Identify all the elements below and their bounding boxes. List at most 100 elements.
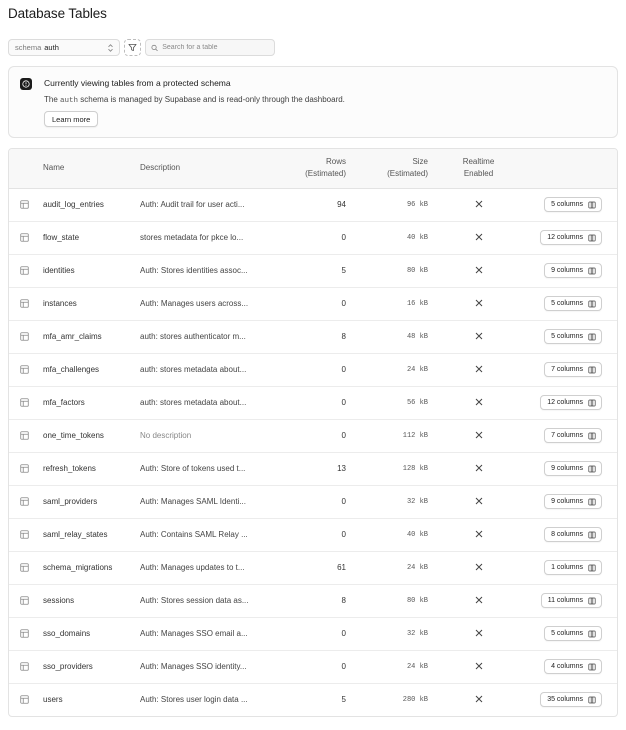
table-row[interactable]: mfa_factors auth: stores metadata about..… <box>9 386 617 420</box>
header-size: Size (Estimated) <box>346 149 428 189</box>
columns-icon <box>588 597 596 604</box>
table-row[interactable]: schema_migrations Auth: Manages updates t… <box>9 551 617 585</box>
search-input[interactable] <box>162 44 269 51</box>
x-icon <box>475 530 482 537</box>
columns-button[interactable]: 11 columns <box>540 593 602 608</box>
table-row[interactable]: flow_state stores metadata for pkce lo...… <box>9 221 617 255</box>
table-realtime-cell <box>428 419 529 453</box>
schema-select-value: auth <box>44 43 59 52</box>
table-rows-cell: 0 <box>273 386 346 420</box>
table-name-cell[interactable]: audit_log_entries <box>43 188 140 222</box>
table-name-cell[interactable]: mfa_factors <box>43 386 140 420</box>
table-row[interactable]: audit_log_entries Auth: Audit trail for u… <box>9 188 617 222</box>
table-description-cell: Auth: Stores identities assoc... <box>140 254 273 288</box>
chevron-up-down-icon <box>108 44 113 52</box>
columns-button-label: 9 columns <box>551 267 583 274</box>
columns-button[interactable]: 9 columns <box>544 461 602 476</box>
table-rows-cell: 0 <box>273 353 346 387</box>
table-rows-cell: 13 <box>273 452 346 486</box>
notice-title: Currently viewing tables from a protecte… <box>44 78 231 88</box>
table-name-cell[interactable]: sso_domains <box>43 617 140 651</box>
table-description-cell: Auth: Manages SSO identity... <box>140 650 273 684</box>
table-realtime-cell <box>428 485 529 519</box>
columns-button[interactable]: 5 columns <box>544 329 602 344</box>
learn-more-button[interactable]: Learn more <box>44 111 99 127</box>
columns-button-label: 5 columns <box>551 333 583 340</box>
x-icon <box>475 200 482 207</box>
table-name-cell[interactable]: saml_providers <box>43 485 140 519</box>
notice-description: The auth schema is managed by Supabase a… <box>44 95 345 105</box>
table-name-cell[interactable]: users <box>43 683 140 716</box>
table-row[interactable]: saml_relay_states Auth: Contains SAML Rel… <box>9 518 617 552</box>
columns-button[interactable]: 4 columns <box>544 659 602 674</box>
table-name-cell[interactable]: refresh_tokens <box>43 452 140 486</box>
columns-button[interactable]: 35 columns <box>540 692 602 708</box>
columns-button[interactable]: 5 columns <box>544 626 602 641</box>
columns-button[interactable]: 1 columns <box>544 560 602 575</box>
filter-button[interactable] <box>124 39 141 56</box>
table-size-cell: 56 kB <box>346 386 428 420</box>
columns-button[interactable]: 9 columns <box>544 263 602 278</box>
table-icon <box>20 299 29 308</box>
columns-button[interactable]: 8 columns <box>544 527 602 542</box>
table-rows-cell: 0 <box>273 485 346 519</box>
table-name-cell[interactable]: mfa_amr_claims <box>43 320 140 354</box>
table-size-cell: 40 kB <box>346 518 428 552</box>
table-name-cell[interactable]: sso_providers <box>43 650 140 684</box>
x-icon <box>475 365 482 372</box>
table-row[interactable]: sso_providers Auth: Manages SSO identity.… <box>9 650 617 684</box>
columns-button[interactable]: 7 columns <box>544 428 602 443</box>
table-name-cell[interactable]: mfa_challenges <box>43 353 140 387</box>
table-name-cell[interactable]: instances <box>43 287 140 321</box>
table-icon <box>20 497 29 506</box>
x-icon <box>475 563 482 570</box>
columns-button[interactable]: 12 columns <box>540 230 602 245</box>
table-icon <box>20 233 29 242</box>
table-icon <box>20 365 29 374</box>
table-name-cell[interactable]: saml_relay_states <box>43 518 140 552</box>
columns-icon <box>588 366 596 373</box>
table-row[interactable]: users Auth: Stores user login data ... 5 28… <box>9 683 617 716</box>
table-row[interactable]: mfa_amr_claims auth: stores authenticator… <box>9 320 617 354</box>
schema-select[interactable]: schema auth <box>8 39 120 56</box>
notice-desc-prefix: The <box>44 95 58 104</box>
table-row[interactable]: saml_providers Auth: Manages SAML Identi.… <box>9 485 617 519</box>
columns-button[interactable]: 5 columns <box>544 296 602 311</box>
table-row[interactable]: sessions Auth: Stores session data as... 8… <box>9 584 617 618</box>
table-size-cell: 80 kB <box>346 254 428 288</box>
columns-icon <box>588 498 596 505</box>
table-realtime-cell <box>428 617 529 651</box>
table-name-cell[interactable]: flow_state <box>43 221 140 255</box>
table-row[interactable]: identities Auth: Stores identities assoc.… <box>9 254 617 288</box>
table-name-cell[interactable]: schema_migrations <box>43 551 140 585</box>
table-name-cell[interactable]: identities <box>43 254 140 288</box>
table-row[interactable]: mfa_challenges auth: stores metadata abou… <box>9 353 617 387</box>
table-realtime-cell <box>428 518 529 552</box>
table-icon <box>20 695 29 704</box>
table-icon <box>20 398 29 407</box>
table-icon <box>20 563 29 572</box>
columns-button[interactable]: 9 columns <box>544 494 602 509</box>
columns-button[interactable]: 5 columns <box>544 197 602 212</box>
table-rows-cell: 0 <box>273 617 346 651</box>
table-description-cell: Auth: Stores user login data ... <box>140 695 248 705</box>
x-icon <box>475 266 482 273</box>
table-name-cell[interactable]: one_time_tokens <box>43 419 140 453</box>
columns-icon <box>588 630 596 637</box>
header-realtime: Realtime Enabled <box>428 149 529 189</box>
table-name-cell[interactable]: sessions <box>43 584 140 618</box>
search-icon <box>151 44 158 51</box>
header-name: Name <box>43 149 140 189</box>
x-icon <box>475 299 482 306</box>
table-rows-cell: 0 <box>273 650 346 684</box>
columns-icon <box>588 201 596 208</box>
columns-icon <box>588 531 596 538</box>
search-box[interactable] <box>145 39 275 56</box>
table-description-cell: Auth: Manages users across... <box>140 287 273 321</box>
table-row[interactable]: instances Auth: Manages users across... 0 1… <box>9 287 617 321</box>
columns-button[interactable]: 7 columns <box>544 362 602 377</box>
table-row[interactable]: sso_domains Auth: Manages SSO email a... 0… <box>9 617 617 651</box>
table-row[interactable]: one_time_tokens No description 0 112 kB 7 co… <box>9 419 617 453</box>
table-row[interactable]: refresh_tokens Auth: Store of tokens used… <box>9 452 617 486</box>
columns-button[interactable]: 12 columns <box>540 395 602 410</box>
